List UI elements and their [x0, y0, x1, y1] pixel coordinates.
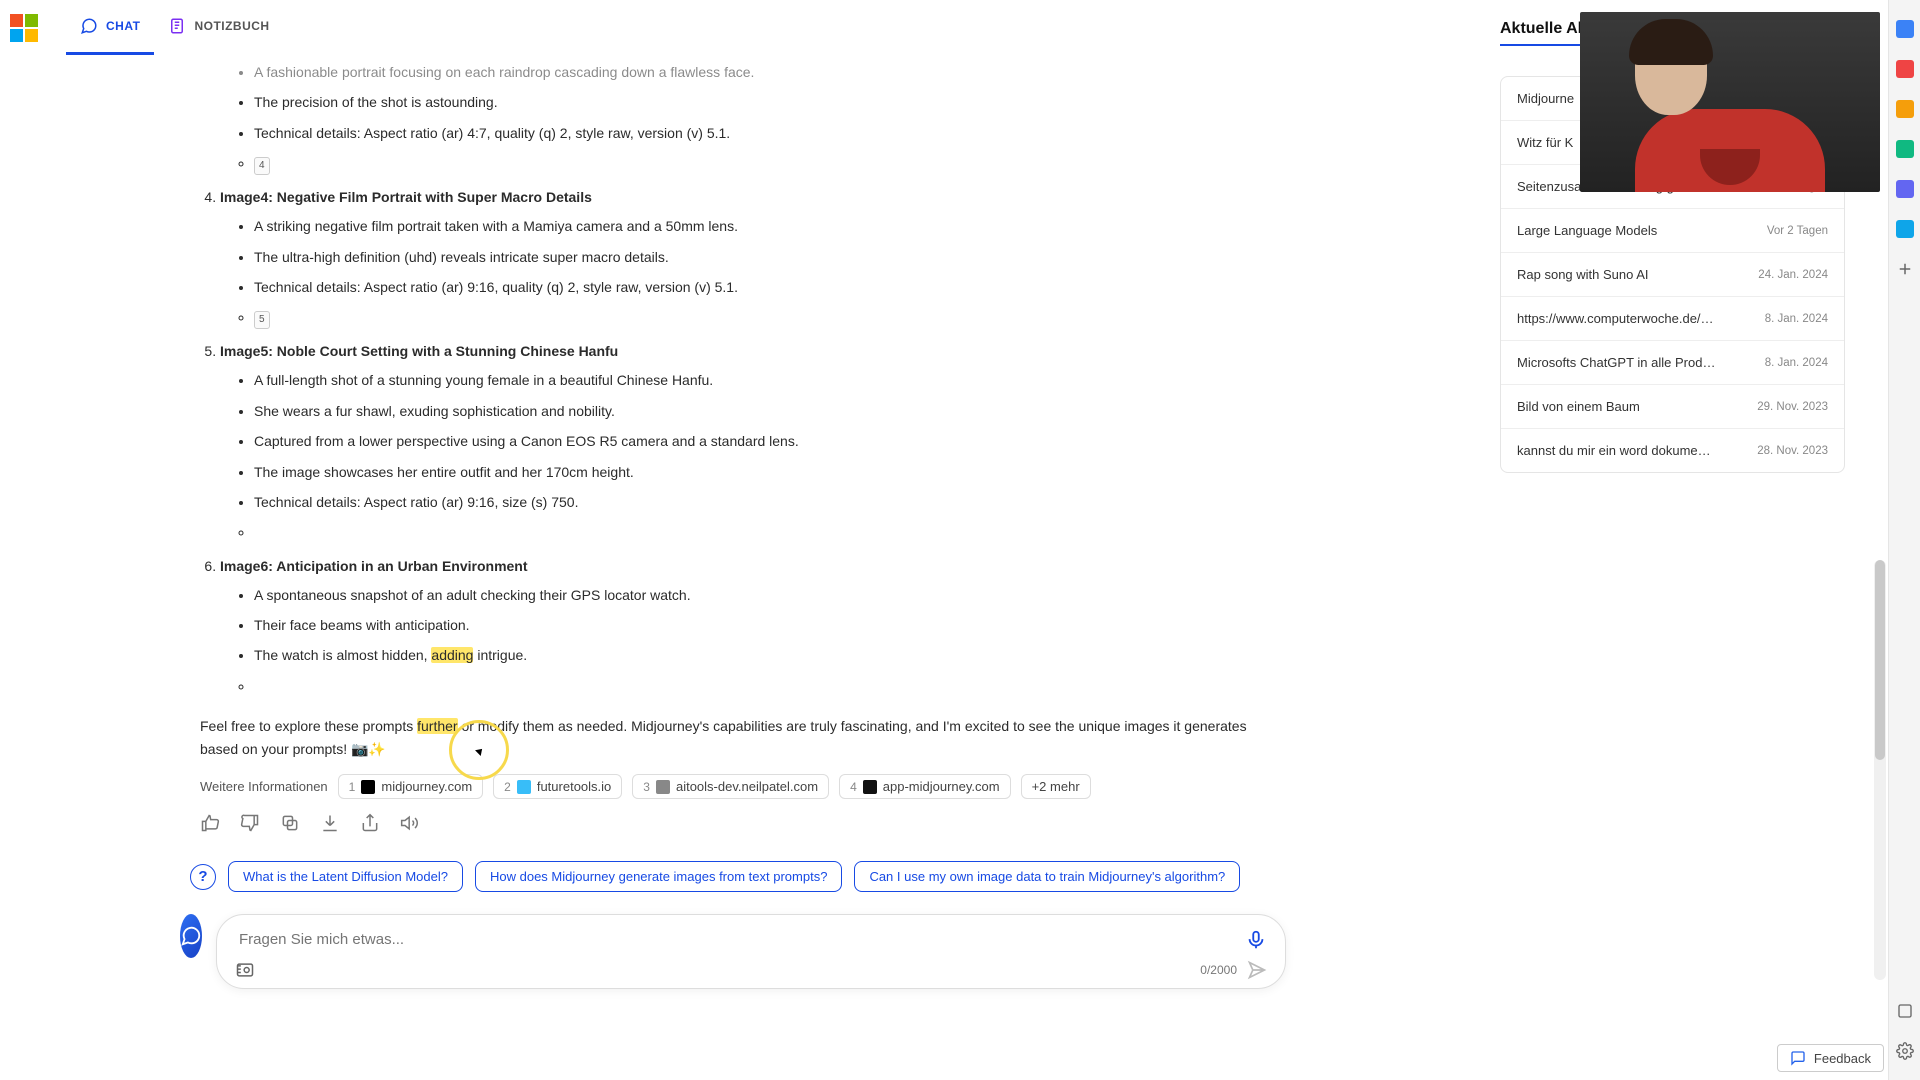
scrollbar[interactable]: [1874, 560, 1886, 980]
reference-badge[interactable]: 4: [254, 157, 270, 175]
webcam-overlay: [1580, 12, 1880, 192]
strip-icon[interactable]: [1896, 1002, 1914, 1020]
highlighted-word: further: [417, 718, 457, 734]
source-more[interactable]: +2 mehr: [1021, 774, 1091, 799]
bullet: Technical details: Aspect ratio (ar) 9:1…: [254, 491, 1270, 513]
chat-main: A fashionable portrait focusing on each …: [160, 55, 1310, 1080]
bullet: The ultra-high definition (uhd) reveals …: [254, 246, 1270, 268]
scrollbar-thumb[interactable]: [1875, 560, 1885, 760]
suggestion-chip[interactable]: What is the Latent Diffusion Model?: [228, 861, 463, 892]
bullet: A full-length shot of a stunning young f…: [254, 369, 1270, 391]
outro-text: Feel free to explore these prompts furth…: [200, 715, 1270, 760]
download-icon[interactable]: [320, 813, 340, 833]
bullet: [254, 675, 1270, 697]
plus-icon[interactable]: [1896, 260, 1914, 278]
share-icon[interactable]: [360, 813, 380, 833]
source-chip[interactable]: 2futuretools.io: [493, 774, 622, 799]
message-actions: [200, 813, 1270, 833]
bullet: A spontaneous snapshot of an adult check…: [254, 584, 1270, 606]
bullet: Captured from a lower perspective using …: [254, 430, 1270, 452]
gear-icon[interactable]: [1896, 1042, 1914, 1060]
copy-icon[interactable]: [280, 813, 300, 833]
recent-item[interactable]: Rap song with Suno AI24. Jan. 2024: [1501, 252, 1844, 296]
strip-icon[interactable]: [1896, 220, 1914, 238]
strip-icon[interactable]: [1896, 20, 1914, 38]
send-icon[interactable]: [1247, 960, 1267, 980]
side-strip: [1888, 0, 1920, 1080]
strip-icon[interactable]: [1896, 100, 1914, 118]
thumbs-down-icon[interactable]: [240, 813, 260, 833]
bullet: Technical details: Aspect ratio (ar) 4:7…: [254, 122, 1270, 144]
list-item: Image4: Negative Film Portrait with Supe…: [220, 189, 1270, 329]
recent-item[interactable]: https://www.computerwoche.de/a/mi8. Jan.…: [1501, 296, 1844, 340]
bullet: [254, 521, 1270, 543]
list-item: A fashionable portrait focusing on each …: [220, 61, 1270, 175]
item-title: Image5: Noble Court Setting with a Stunn…: [220, 343, 618, 359]
bullet: The image showcases her entire outfit an…: [254, 461, 1270, 483]
bullet: A fashionable portrait focusing on each …: [254, 61, 1270, 83]
notebook-icon: [168, 17, 186, 35]
bullet: 4: [254, 152, 1270, 175]
bullet: She wears a fur shawl, exuding sophistic…: [254, 400, 1270, 422]
compose-area: 0/2000: [180, 914, 1270, 989]
bullet: The precision of the shot is astounding.: [254, 91, 1270, 113]
tab-chat-label: CHAT: [106, 19, 140, 33]
bullet: A striking negative film portrait taken …: [254, 215, 1270, 237]
suggestion-chip[interactable]: Can I use my own image data to train Mid…: [854, 861, 1240, 892]
recent-item[interactable]: Large Language ModelsVor 2 Tagen: [1501, 208, 1844, 252]
bullet: 5: [254, 306, 1270, 329]
chat-icon: [80, 17, 98, 35]
thumbs-up-icon[interactable]: [200, 813, 220, 833]
new-topic-button[interactable]: [180, 914, 202, 958]
assistant-message: A fashionable portrait focusing on each …: [160, 61, 1310, 989]
source-chip[interactable]: 3aitools-dev.neilpatel.com: [632, 774, 829, 799]
char-counter: 0/2000: [1200, 960, 1267, 980]
recent-item[interactable]: Microsofts ChatGPT in alle Produkte in8.…: [1501, 340, 1844, 384]
reference-badge[interactable]: 5: [254, 311, 270, 329]
item-title: Image4: Negative Film Portrait with Supe…: [220, 189, 592, 205]
tab-chat[interactable]: CHAT: [66, 0, 154, 55]
tab-notebook-label: NOTIZBUCH: [194, 19, 269, 33]
bullet: Their face beams with anticipation.: [254, 614, 1270, 636]
bullet: Technical details: Aspect ratio (ar) 9:1…: [254, 276, 1270, 298]
highlighted-word: adding: [431, 647, 473, 663]
compose-box: 0/2000: [216, 914, 1286, 989]
list-item: Image6: Anticipation in an Urban Environ…: [220, 558, 1270, 698]
strip-icon[interactable]: [1896, 140, 1914, 158]
recent-item[interactable]: kannst du mir ein word dokument ers28. N…: [1501, 428, 1844, 472]
strip-icon[interactable]: [1896, 60, 1914, 78]
feedback-button[interactable]: Feedback: [1777, 1044, 1884, 1072]
tab-notebook[interactable]: NOTIZBUCH: [154, 0, 283, 55]
recent-title: Aktuelle Akt: [1500, 20, 1592, 46]
image-input-icon[interactable]: [235, 960, 255, 980]
strip-icon[interactable]: [1896, 180, 1914, 198]
microsoft-logo: [10, 14, 38, 42]
list-item: Image5: Noble Court Setting with a Stunn…: [220, 343, 1270, 543]
suggestion-icon: ?: [190, 864, 216, 890]
compose-input[interactable]: [235, 925, 1245, 954]
sources-label: Weitere Informationen: [200, 779, 328, 794]
bullet: The watch is almost hidden, adding intri…: [254, 644, 1270, 666]
source-chip[interactable]: 1midjourney.com: [338, 774, 483, 799]
microphone-icon[interactable]: [1245, 929, 1267, 951]
read-aloud-icon[interactable]: [400, 813, 420, 833]
suggestion-chip[interactable]: How does Midjourney generate images from…: [475, 861, 842, 892]
source-chip[interactable]: 4app-midjourney.com: [839, 774, 1011, 799]
item-title: Image6: Anticipation in an Urban Environ…: [220, 558, 528, 574]
recent-item[interactable]: Bild von einem Baum29. Nov. 2023: [1501, 384, 1844, 428]
sources-row: Weitere Informationen 1midjourney.com 2f…: [200, 774, 1270, 799]
suggestions-row: ? What is the Latent Diffusion Model? Ho…: [190, 861, 1270, 892]
